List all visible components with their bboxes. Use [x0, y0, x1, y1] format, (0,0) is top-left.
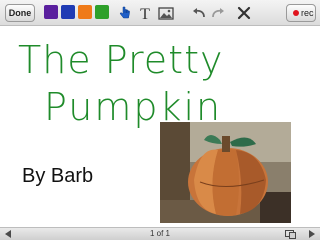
page-indicator: 1 of 1: [149, 229, 170, 238]
add-page-icon[interactable]: [285, 230, 296, 239]
pointer-icon[interactable]: [116, 4, 134, 22]
color-swatch-orange[interactable]: [78, 5, 92, 19]
record-label: rec: [301, 8, 314, 18]
clear-icon[interactable]: [235, 4, 253, 22]
image-icon[interactable]: [157, 4, 175, 22]
bottom-bar: 1 of 1: [0, 227, 320, 240]
author-text: By Barb: [22, 165, 94, 187]
drawing-canvas[interactable]: The Pretty Pumpkin By Barb: [0, 27, 320, 226]
record-button[interactable]: rec: [286, 4, 316, 22]
title-line-1: The Pretty: [18, 38, 223, 82]
pumpkin-photo[interactable]: [160, 122, 291, 223]
record-dot-icon: [293, 10, 299, 16]
color-swatch-green[interactable]: [95, 5, 109, 19]
top-toolbar: Done T rec: [0, 0, 320, 26]
color-swatch-purple[interactable]: [44, 5, 58, 19]
undo-icon[interactable]: [190, 4, 208, 22]
next-page-icon[interactable]: [309, 230, 315, 238]
svg-text:T: T: [140, 6, 150, 22]
redo-icon[interactable]: [209, 4, 227, 22]
text-icon[interactable]: T: [136, 4, 154, 22]
handwritten-title: The Pretty Pumpkin: [18, 38, 223, 129]
done-button[interactable]: Done: [5, 4, 35, 22]
color-swatch-blue[interactable]: [61, 5, 75, 19]
